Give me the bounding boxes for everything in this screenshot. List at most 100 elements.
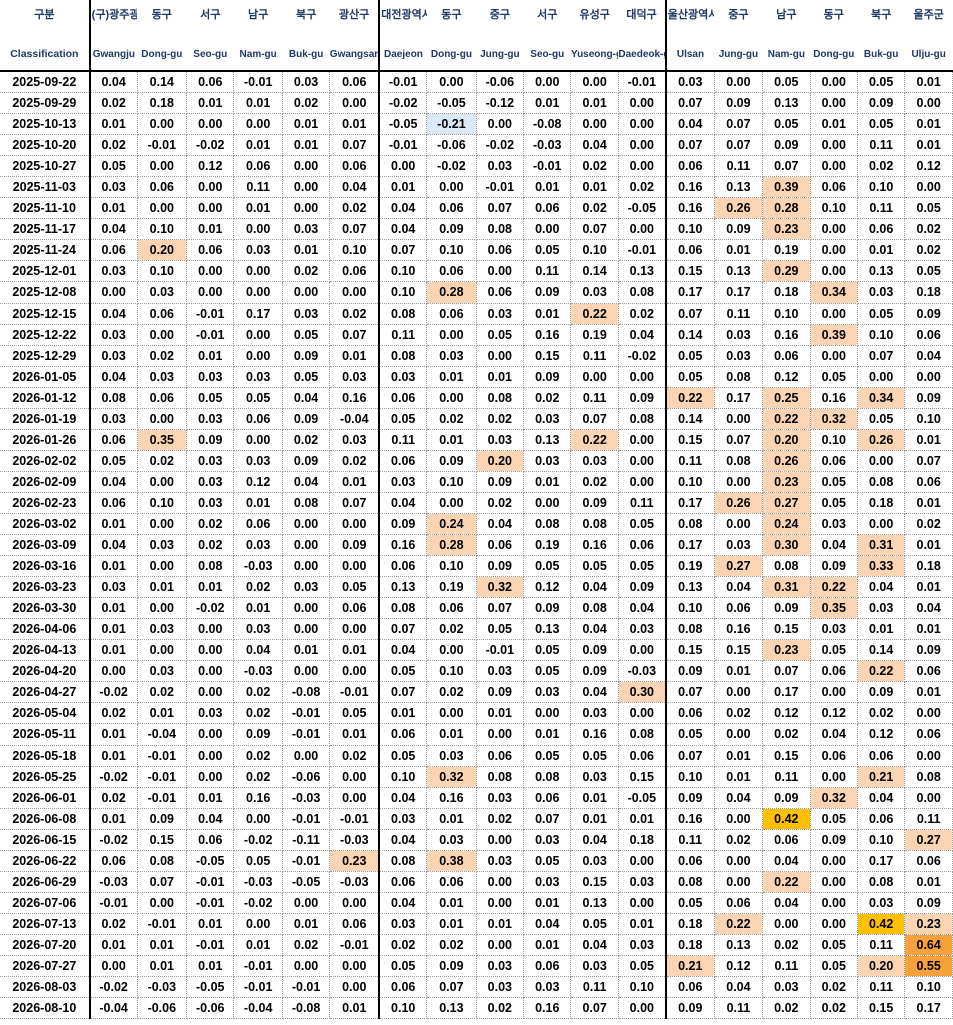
header-region-ko: 유성구 (570, 0, 619, 38)
data-cell: 0.04 (570, 681, 619, 704)
data-cell: 0.19 (426, 576, 477, 599)
data-cell: -0.03 (137, 976, 188, 999)
data-cell: 0.22 (810, 576, 858, 599)
data-cell: 0.01 (714, 766, 764, 788)
data-cell: 0.08 (378, 303, 428, 325)
data-cell: 0.00 (282, 555, 331, 578)
data-cell: 0.05 (523, 850, 572, 872)
data-cell: 0.32 (426, 766, 477, 788)
data-cell: 0.00 (89, 281, 138, 304)
data-cell: 0.03 (476, 955, 525, 978)
data-cell: 0.04 (233, 639, 283, 662)
data-cell: 0.01 (570, 808, 619, 830)
data-cell: 0.03 (186, 702, 235, 725)
table-header: 구분(구)광주광동구서구남구북구광산구대전광역시동구중구서구유성구대덕구울산광역… (0, 0, 953, 72)
data-cell: 0.06 (186, 239, 235, 262)
data-cell: -0.03 (523, 134, 572, 157)
data-cell: 0.02 (570, 155, 619, 178)
data-cell: 0.05 (523, 555, 572, 578)
data-cell: 0.03 (233, 450, 283, 472)
data-cell: 0.05 (810, 492, 858, 514)
data-cell: 0.00 (714, 723, 764, 746)
data-cell: 0.06 (89, 239, 138, 262)
data-cell: 0.11 (857, 197, 906, 220)
data-cell: 0.02 (476, 408, 525, 430)
data-cell: 0.04 (523, 913, 572, 935)
data-cell: 0.05 (89, 155, 138, 178)
data-cell: 0.01 (523, 176, 572, 199)
data-cell: 0.16 (762, 324, 811, 346)
data-cell: 0.02 (904, 239, 953, 262)
data-cell: 0.00 (233, 808, 283, 830)
data-cell: 0.02 (904, 218, 953, 241)
data-cell: 0.09 (618, 387, 667, 409)
row-date: 2026-08-10 (0, 997, 91, 1020)
data-cell: 0.01 (857, 618, 906, 641)
data-cell: 0.03 (233, 239, 283, 262)
data-cell: 0.05 (810, 934, 858, 956)
data-cell: 0.00 (233, 218, 283, 241)
data-cell: 0.13 (570, 892, 619, 914)
header-region-ko: 서구 (523, 0, 571, 38)
data-cell: 0.11 (762, 955, 811, 978)
data-cell: 0.00 (810, 345, 858, 367)
data-cell: 0.10 (378, 281, 428, 304)
data-cell: 0.10 (378, 997, 428, 1020)
data-cell: 0.01 (89, 555, 138, 578)
data-cell: -0.01 (523, 155, 572, 178)
data-cell: 0.35 (810, 597, 858, 620)
data-cell: 0.06 (810, 176, 858, 199)
data-cell: 0.00 (618, 155, 667, 178)
data-cell: 0.03 (137, 660, 188, 683)
data-cell: 0.00 (233, 113, 283, 136)
data-cell: 0.08 (378, 345, 428, 367)
data-cell: 0.00 (810, 92, 858, 115)
data-cell: 0.02 (904, 513, 953, 536)
row-date: 2026-01-12 (0, 387, 91, 409)
row-date: 2026-03-30 (0, 597, 91, 620)
data-cell: 0.29 (762, 260, 811, 283)
table-row: 2026-01-05 0.04 0.03 0.03 0.03 0.05 0.03 0.03 0.… (0, 366, 953, 388)
data-cell: 0.03 (186, 471, 235, 493)
data-cell: 0.06 (904, 660, 953, 683)
row-date: 2026-06-15 (0, 829, 91, 851)
data-cell: 0.01 (904, 618, 953, 641)
data-cell: -0.01 (282, 976, 331, 999)
data-cell: 0.00 (329, 892, 380, 914)
data-cell: -0.02 (89, 829, 138, 851)
data-cell: 0.02 (426, 934, 477, 956)
data-cell: 0.30 (618, 681, 667, 704)
data-cell: 0.00 (618, 450, 667, 472)
data-cell: 0.16 (664, 176, 715, 199)
data-cell: 0.16 (233, 787, 283, 809)
data-cell: 0.08 (137, 850, 188, 872)
data-cell: -0.05 (186, 976, 235, 999)
data-cell: 0.00 (810, 239, 858, 262)
row-date: 2026-07-27 (0, 955, 91, 978)
data-cell: 0.02 (89, 787, 138, 809)
data-cell: 0.09 (570, 660, 619, 683)
data-cell: 0.04 (378, 218, 428, 241)
data-cell: -0.02 (89, 681, 138, 704)
data-cell: 0.26 (714, 492, 764, 514)
table-row: 2025-09-22 0.04 0.14 0.06 -0.01 0.03 0.06 -0.01… (0, 71, 953, 94)
data-cell: 0.03 (426, 345, 477, 367)
data-cell: 0.11 (618, 492, 667, 514)
data-cell: -0.03 (329, 829, 380, 851)
data-cell: 0.03 (523, 871, 572, 893)
data-cell: 0.02 (570, 197, 619, 220)
data-cell: 0.22 (714, 913, 764, 935)
data-cell: 0.03 (89, 408, 138, 430)
data-cell: 0.07 (476, 597, 525, 620)
data-cell: 0.22 (762, 408, 811, 430)
data-cell: 0.00 (282, 745, 331, 767)
row-date: 2026-08-03 (0, 976, 91, 999)
data-cell: -0.01 (282, 723, 331, 746)
data-cell: 0.03 (618, 618, 667, 641)
data-cell: 0.07 (904, 450, 953, 472)
header-region-ko: 동구 (426, 0, 477, 38)
data-cell: 0.13 (426, 997, 477, 1020)
data-cell: -0.01 (378, 71, 428, 94)
data-cell: 0.00 (714, 681, 764, 704)
data-cell: 0.06 (810, 745, 858, 767)
